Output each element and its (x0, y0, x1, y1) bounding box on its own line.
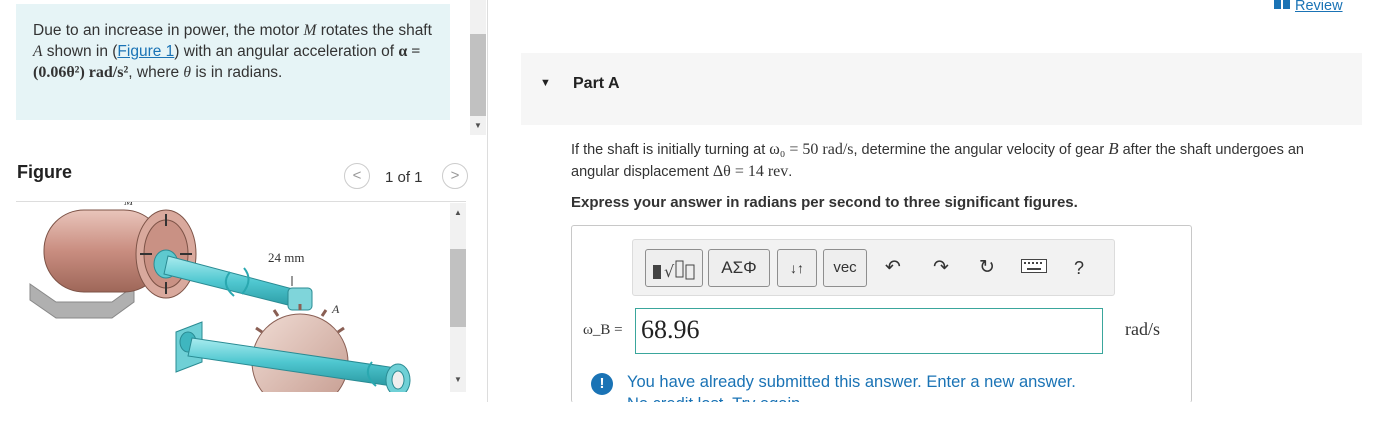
scroll-up-arrow-icon[interactable]: ▲ (450, 206, 466, 220)
collapse-triangle-icon[interactable]: ▼ (540, 77, 551, 89)
problem-statement-box: Due to an increase in power, the motor M… (16, 4, 450, 120)
var-b: B (1108, 139, 1119, 158)
chevron-right-icon: > (450, 167, 460, 184)
figure-counter: 1 of 1 (385, 169, 423, 186)
answer-input[interactable]: 68.96 (635, 308, 1103, 354)
dimension-label: 24 mm (268, 250, 305, 265)
figure-link[interactable]: Figure 1 (117, 43, 174, 60)
motor-gear-illustration (29, 209, 411, 392)
motor-label: M (124, 202, 134, 208)
question-part: . (788, 164, 793, 180)
problem-text-part: , where (128, 64, 184, 81)
problem-text-part: Due to an increase in power, the motor (33, 22, 304, 39)
figure-heading: Figure (17, 162, 73, 182)
review-link[interactable]: Review (1274, 0, 1343, 14)
omega0-expression: ω₀ = 50 rad/s (769, 141, 854, 158)
part-a-header[interactable]: ▼ Part A (521, 53, 1362, 125)
question-part: , determine the angular velocity of gear (853, 142, 1109, 158)
answer-label: ω_B = (583, 322, 623, 338)
delta-theta-expression: Δθ = 14 rev (712, 163, 789, 180)
panel-divider (487, 0, 488, 402)
figure-prev-button[interactable]: < (344, 163, 370, 189)
keyboard-icon[interactable] (1021, 257, 1047, 279)
review-label: Review (1295, 0, 1343, 14)
redo-icon[interactable]: ↷ (933, 257, 949, 279)
var-theta: θ (183, 64, 192, 81)
problem-text-part: rotates the shaft (316, 22, 432, 39)
templates-icon: √ (652, 258, 696, 281)
question-text: If the shaft is initially turning at ω₀ … (571, 138, 1331, 183)
help-button[interactable]: ? (1074, 257, 1084, 279)
reset-icon[interactable]: ↻ (979, 257, 995, 279)
figure-next-button[interactable]: > (442, 163, 468, 189)
chevron-left-icon: < (352, 167, 362, 184)
problem-text-part: shown in ( (42, 43, 118, 60)
problem-text: Due to an increase in power, the motor M… (33, 20, 433, 83)
alert-icon: ! (591, 373, 613, 395)
shaft-label: A (332, 302, 340, 316)
problem-text-part: is in radians. (191, 64, 283, 81)
figure-scrollbar-thumb[interactable] (450, 249, 466, 327)
page-bottom-edge (0, 402, 1397, 433)
undo-icon[interactable]: ↶ (885, 257, 901, 279)
book-icon (1274, 0, 1290, 14)
var-m: M (303, 22, 317, 39)
math-toolbar: √ ΑΣΦ ↓↑ vec ↶ ↷ ↻ ? (632, 239, 1115, 296)
vec-button[interactable]: vec (823, 249, 867, 287)
figure-image: 24 mm M A (16, 202, 448, 392)
templates-button[interactable]: √ (645, 249, 703, 287)
answer-unit: rad/s (1125, 319, 1160, 339)
greek-symbols-button[interactable]: ΑΣΦ (708, 249, 770, 287)
scroll-down-arrow-icon[interactable]: ▼ (450, 373, 466, 387)
arrows-button[interactable]: ↓↑ (777, 249, 817, 287)
instruction-text: Express your answer in radians per secon… (571, 194, 1078, 211)
part-title: Part A (573, 75, 620, 92)
feedback-message: You have already submitted this answer. … (627, 373, 1076, 391)
problem-text-part: ) with an angular acceleration of (174, 43, 399, 60)
scroll-down-arrow-icon[interactable]: ▼ (470, 119, 486, 133)
problem-scrollbar-thumb[interactable] (470, 34, 486, 116)
svg-text:√: √ (664, 262, 675, 281)
question-part: If the shaft is initially turning at (571, 142, 770, 158)
